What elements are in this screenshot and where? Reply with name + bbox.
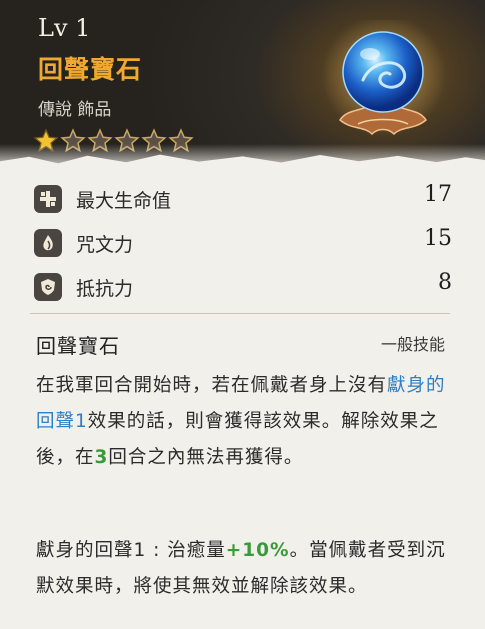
stat-value: 15 <box>424 226 452 251</box>
section-divider <box>30 313 450 314</box>
turn-count: 3 <box>94 447 109 468</box>
item-type: 傳說 飾品 <box>38 100 112 120</box>
desc-text: 在我軍回合開始時，若在佩戴者身上沒有 <box>36 375 388 396</box>
heal-bonus: +10% <box>225 540 290 561</box>
effect-description: 獻身的回聲1 : 治癒量+10%。當佩戴者受到沉默效果時，將使其無效並解除該效果… <box>36 533 456 605</box>
brush-edge <box>0 154 485 170</box>
star-empty-icon <box>141 128 167 154</box>
item-level: Lv 1 <box>38 14 91 42</box>
skill-title: 回聲寶石 <box>36 334 120 358</box>
star-filled-icon <box>33 128 59 154</box>
stat-row: 抵抗力 8 <box>30 266 452 310</box>
stat-label: 最大生命值 <box>76 190 172 212</box>
desc-text: 獻身的回聲1 : 治癒量 <box>36 540 226 561</box>
stat-value: 8 <box>438 270 452 295</box>
card-header: Lv 1 回聲寶石 傳說 飾品 <box>0 0 485 170</box>
stat-label: 咒文力 <box>76 234 134 256</box>
item-name: 回聲寶石 <box>38 55 143 84</box>
stats-list: 最大生命值 17 咒文力 15 抵抗力 8 <box>30 178 452 310</box>
cross-plus-icon <box>34 185 62 213</box>
desc-text: 回合之內無法再獲得。 <box>108 447 304 468</box>
star-empty-icon <box>60 128 86 154</box>
skill-category: 一般技能 <box>380 335 445 354</box>
flame-leaf-icon <box>34 229 62 257</box>
stat-value: 17 <box>424 182 452 207</box>
star-rating <box>33 128 194 154</box>
star-empty-icon <box>114 128 140 154</box>
star-empty-icon <box>168 128 194 154</box>
stat-row: 咒文力 15 <box>30 222 452 266</box>
item-card: Lv 1 回聲寶石 傳說 飾品 最大生命值 17 咒文力 15 抵抗力 8 回聲… <box>0 0 485 629</box>
stat-row: 最大生命值 17 <box>30 178 452 222</box>
star-empty-icon <box>87 128 113 154</box>
skill-description: 在我軍回合開始時，若在佩戴者身上沒有獻身的回聲1效果的話，則會獲得該效果。解除效… <box>36 368 456 476</box>
echo-gem-orb-icon <box>322 20 446 137</box>
swirl-shield-icon <box>34 273 62 301</box>
stat-label: 抵抗力 <box>76 278 134 300</box>
